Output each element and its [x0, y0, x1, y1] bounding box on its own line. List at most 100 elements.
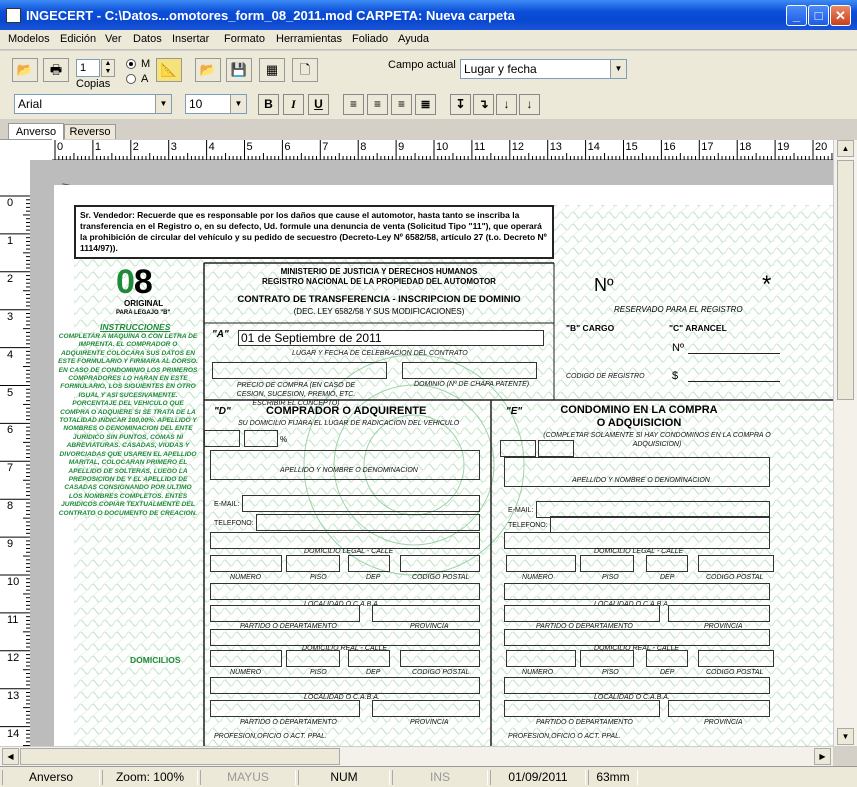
d-dep-real-field[interactable] — [348, 650, 390, 667]
arrow-down-icon[interactable]: ↓ — [519, 94, 540, 115]
scroll-up-icon[interactable]: ▲ — [837, 140, 854, 157]
menu-edicion[interactable]: Edición — [60, 33, 96, 45]
ruler-h-label: 19 — [777, 141, 790, 153]
precio-field[interactable] — [212, 362, 387, 379]
maximize-button[interactable]: □ — [808, 5, 829, 26]
e-calle-field[interactable] — [504, 532, 770, 549]
print-icon[interactable]: 🖶 — [43, 58, 69, 82]
valign-bottom-icon[interactable]: ↓ — [496, 94, 517, 115]
valign-top-icon[interactable]: ↧ — [450, 94, 471, 115]
menu-herramientas[interactable]: Herramientas — [276, 33, 342, 45]
copies-spinner[interactable]: ▲ ▼ — [101, 59, 115, 77]
menu-datos[interactable]: Datos — [133, 33, 162, 45]
menu-formato[interactable]: Formato — [224, 33, 265, 45]
radio-m[interactable] — [126, 59, 136, 69]
e-calle-real-field[interactable] — [504, 629, 770, 646]
d-piso-field[interactable] — [286, 555, 340, 572]
valign-middle-icon[interactable]: ↴ — [473, 94, 494, 115]
vertical-scrollbar[interactable]: ▲ ▼ — [833, 140, 857, 746]
d-percent-int-field[interactable] — [204, 430, 240, 447]
d-cp-caption: CODIGO POSTAL — [412, 574, 470, 581]
scroll-right-icon[interactable]: ▶ — [814, 748, 831, 765]
tab-anverso[interactable]: Anverso — [8, 123, 64, 140]
e-numero-field[interactable] — [506, 555, 576, 572]
campo-actual-select[interactable]: Lugar y fecha ▼ — [460, 59, 627, 79]
d-piso-real-field[interactable] — [286, 650, 340, 667]
e-localidad-field[interactable] — [504, 583, 770, 600]
open-icon[interactable]: 📂 — [195, 58, 221, 82]
horizontal-scroll-thumb[interactable] — [20, 748, 340, 765]
e-partido-real-field[interactable] — [504, 700, 660, 717]
align-justify-icon[interactable]: ≣ — [415, 94, 436, 115]
e-partido-field[interactable] — [504, 605, 660, 622]
d-cp-field[interactable] — [400, 555, 480, 572]
e-numero-real-field[interactable] — [506, 650, 576, 667]
form-sheet: Sr. Vendedor: Recuerde que es responsabl… — [54, 185, 833, 746]
e-telefono-field[interactable] — [550, 516, 770, 533]
d-cp-real-field[interactable] — [400, 650, 480, 667]
close-button[interactable]: ✕ — [830, 5, 851, 26]
ruler-v-label: 5 — [7, 386, 14, 399]
menu-foliado[interactable]: Foliado — [352, 33, 388, 45]
e-piso-caption: PISO — [602, 574, 619, 581]
d-partido-field[interactable] — [210, 605, 360, 622]
d-partido-real-field[interactable] — [210, 700, 360, 717]
ministry-line2: REGISTRO NACIONAL DE LA PROPIEDAD DEL AU… — [262, 277, 496, 286]
underline-button[interactable]: U — [308, 94, 329, 115]
d-telefono-field[interactable] — [256, 514, 480, 531]
e-cp-field[interactable] — [698, 555, 774, 572]
d-numero-real-field[interactable] — [210, 650, 282, 667]
d-percent-dec-field[interactable] — [244, 430, 278, 447]
e-percent-dec-field[interactable] — [538, 440, 574, 457]
e-dep-real-field[interactable] — [646, 650, 688, 667]
font-select[interactable]: Arial ▼ — [14, 94, 172, 114]
e-cp-real-field[interactable] — [698, 650, 774, 667]
align-right-icon[interactable]: ≡ — [367, 94, 388, 115]
menu-ver[interactable]: Ver — [105, 33, 122, 45]
save-icon[interactable]: 💾 — [226, 58, 252, 82]
scroll-down-icon[interactable]: ▼ — [837, 728, 854, 745]
d-dep-field[interactable] — [348, 555, 390, 572]
document-canvas[interactable]: Sr. Vendedor: Recuerde que es responsabl… — [30, 160, 833, 746]
ruler-icon[interactable]: 📐 — [156, 58, 182, 82]
align-left-icon[interactable]: ≡ — [343, 94, 364, 115]
e-provincia-real-field[interactable] — [668, 700, 770, 717]
bold-button[interactable]: B — [258, 94, 279, 115]
d-calle-field[interactable] — [210, 532, 480, 549]
e-apellido-caption: APELLIDO Y NOMBRE O DENOMINACION — [572, 477, 710, 484]
align-center-icon[interactable]: ≡ — [391, 94, 412, 115]
tab-reverso[interactable]: Reverso — [64, 124, 116, 139]
d-numero-field[interactable] — [210, 555, 282, 572]
e-provincia-field[interactable] — [668, 605, 770, 622]
d-apellido-field[interactable] — [210, 450, 480, 480]
vertical-scroll-thumb[interactable] — [837, 160, 854, 400]
scroll-left-icon[interactable]: ◀ — [2, 748, 19, 765]
d-provincia-real-field[interactable] — [372, 700, 480, 717]
d-email-field[interactable] — [242, 495, 480, 512]
open-folder-icon[interactable]: 📂 — [12, 58, 38, 82]
copies-input[interactable] — [76, 59, 100, 77]
e-dep-field[interactable] — [646, 555, 688, 572]
italic-button[interactable]: I — [283, 94, 304, 115]
menu-ayuda[interactable]: Ayuda — [398, 33, 429, 45]
radio-a[interactable] — [126, 74, 136, 84]
d-localidad-real-field[interactable] — [210, 677, 480, 694]
size-select[interactable]: 10 ▼ — [185, 94, 247, 114]
dominio-field[interactable] — [402, 362, 537, 379]
e-localidad-real-field[interactable] — [504, 677, 770, 694]
title-bar: INGECERT - C:\Datos...omotores_form_08_2… — [0, 0, 857, 30]
date-field[interactable]: 01 de Septiembre de 2011 — [238, 330, 544, 346]
d-provincia-field[interactable] — [372, 605, 480, 622]
d-localidad-field[interactable] — [210, 583, 480, 600]
d-calle-real-field[interactable] — [210, 629, 480, 646]
form-view-icon[interactable]: ▦ — [259, 58, 285, 82]
horizontal-scrollbar[interactable]: ◀ ▶ — [0, 746, 833, 766]
e-piso-real-field[interactable] — [580, 650, 634, 667]
e-percent-int-field[interactable] — [500, 440, 536, 457]
new-page-icon[interactable]: 🗋 — [292, 58, 318, 82]
minimize-button[interactable]: _ — [786, 5, 807, 26]
menu-insertar[interactable]: Insertar — [172, 33, 209, 45]
law-subtitle: (DEC. LEY 6582/58 Y SUS MODIFICACIONES) — [293, 307, 465, 316]
e-piso-field[interactable] — [580, 555, 634, 572]
menu-modelos[interactable]: Modelos — [8, 33, 50, 45]
